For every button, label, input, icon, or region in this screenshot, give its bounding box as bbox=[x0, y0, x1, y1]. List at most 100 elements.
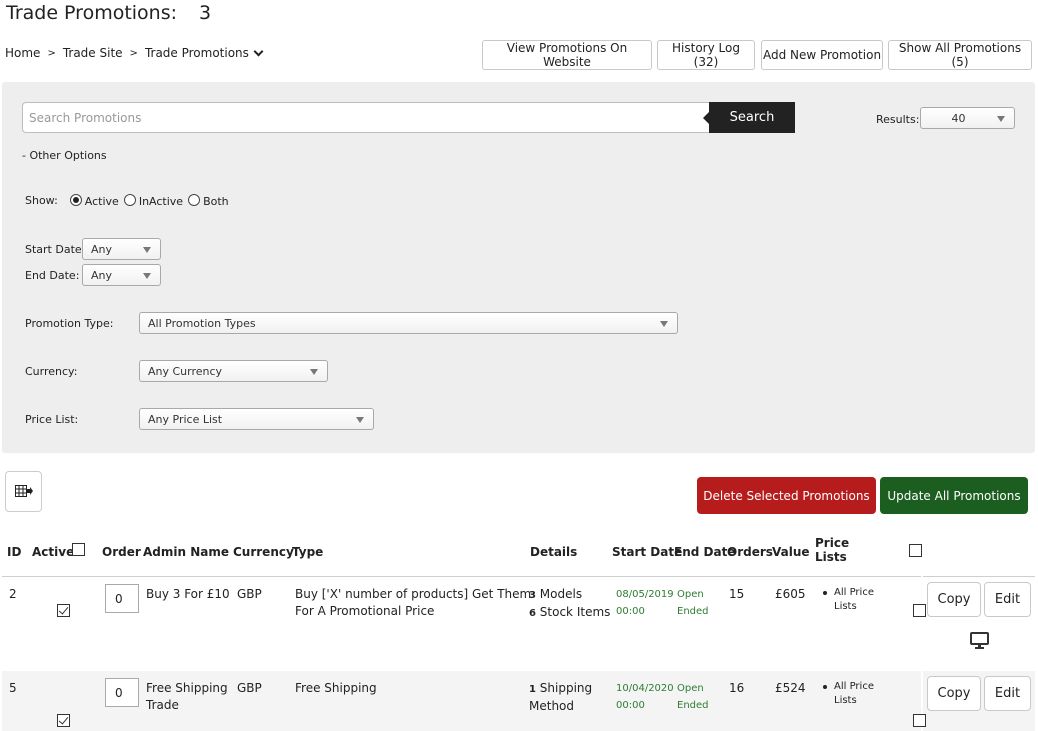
row-end-date: Open Ended bbox=[677, 680, 709, 714]
results-label: Results: bbox=[876, 113, 920, 126]
start-date-select[interactable]: Any bbox=[82, 238, 161, 260]
copy-button[interactable]: Copy bbox=[927, 582, 981, 617]
export-table-button[interactable] bbox=[5, 471, 42, 512]
radio-icon[interactable] bbox=[188, 194, 201, 206]
show-inactive-label: InActive bbox=[138, 195, 184, 208]
show-all-promotions-button[interactable]: Show All Promotions (5) bbox=[888, 40, 1032, 70]
breadcrumb-home[interactable]: Home bbox=[5, 46, 40, 60]
price-lists-header-line2: Lists bbox=[815, 550, 847, 564]
copy-button[interactable]: Copy bbox=[927, 676, 981, 711]
show-label: Show: bbox=[25, 193, 58, 207]
show-both-label: Both bbox=[203, 195, 229, 208]
column-header-orders: Orders bbox=[727, 545, 773, 559]
search-button[interactable]: Search bbox=[703, 102, 795, 133]
row-start-date: 10/04/2020 00:00 bbox=[616, 680, 674, 714]
row-select-checkbox[interactable] bbox=[912, 714, 926, 727]
view-promotions-on-website-button[interactable]: View Promotions On Website bbox=[482, 40, 652, 70]
select-all-rows-checkbox[interactable] bbox=[908, 544, 922, 557]
details-count: 1 bbox=[529, 684, 536, 695]
delete-selected-promotions-button[interactable]: Delete Selected Promotions bbox=[697, 477, 876, 514]
row-active-checkbox[interactable] bbox=[57, 604, 70, 617]
dropdown-arrow-icon bbox=[660, 321, 668, 327]
admin-name-line1: Free Shipping bbox=[146, 681, 228, 695]
price-list-value: Any Price List bbox=[148, 412, 223, 426]
row-details: 3 Models 6 Stock Items bbox=[529, 586, 610, 622]
edit-button[interactable]: Edit bbox=[984, 676, 1031, 711]
price-list-select[interactable]: Any Price List bbox=[139, 408, 374, 430]
breadcrumb-trade-promotions[interactable]: Trade Promotions bbox=[145, 46, 249, 60]
promotion-count: 3 bbox=[199, 2, 212, 24]
row-value: £605 bbox=[775, 587, 806, 601]
results-per-page-select[interactable]: 40 bbox=[920, 107, 1015, 129]
row-type-line2: For A Promotional Price bbox=[295, 604, 435, 618]
row-order-input[interactable] bbox=[105, 584, 139, 613]
column-header-value: Value bbox=[772, 545, 810, 559]
page-title: Trade Promotions: 3 bbox=[6, 2, 211, 24]
row-currency: GBP bbox=[237, 587, 262, 601]
show-inactive-radio[interactable]: InActive bbox=[123, 192, 184, 208]
row-admin-name: Free Shipping Trade bbox=[146, 680, 228, 714]
edit-button[interactable]: Edit bbox=[984, 582, 1031, 617]
price-list-label: Price List: bbox=[25, 413, 79, 426]
promotion-type-select[interactable]: All Promotion Types bbox=[139, 312, 678, 334]
end-date-label: End Date: bbox=[25, 269, 80, 282]
start-date-value: Any bbox=[91, 242, 113, 256]
column-header-start-date: Start Date bbox=[612, 545, 683, 559]
details-count: 3 bbox=[529, 590, 536, 601]
column-header-order: Order bbox=[102, 545, 141, 559]
column-header-details: Details bbox=[530, 545, 578, 559]
details-text: Method bbox=[529, 699, 575, 713]
row-orders: 16 bbox=[729, 681, 745, 695]
row-order-input[interactable] bbox=[105, 678, 139, 707]
currency-select[interactable]: Any Currency bbox=[139, 360, 328, 382]
column-header-admin-name: Admin Name bbox=[143, 545, 229, 559]
chevron-down-icon[interactable] bbox=[253, 46, 264, 56]
update-all-promotions-button[interactable]: Update All Promotions bbox=[880, 477, 1028, 514]
dropdown-arrow-icon bbox=[997, 116, 1005, 122]
row-type-line1: Buy ['X' number of products] Get Them bbox=[295, 587, 532, 601]
page-title-text: Trade Promotions: bbox=[6, 2, 178, 24]
start-time-value: 00:00 bbox=[616, 606, 645, 617]
show-active-radio[interactable]: Active bbox=[69, 192, 119, 208]
price-list-line1: All Price bbox=[834, 681, 874, 692]
column-header-price-lists: Price Lists bbox=[815, 536, 849, 564]
price-list-line2: Lists bbox=[834, 695, 857, 706]
row-currency: GBP bbox=[237, 681, 262, 695]
header-divider bbox=[2, 576, 921, 577]
row-admin-name: Buy 3 For £10 bbox=[146, 587, 230, 601]
add-new-promotion-button[interactable]: Add New Promotion bbox=[761, 40, 883, 70]
row-orders: 15 bbox=[729, 587, 745, 601]
row-active-checkbox[interactable] bbox=[57, 714, 70, 727]
search-button-label: Search bbox=[729, 110, 775, 125]
end-date-line1: Open bbox=[677, 683, 704, 694]
price-list-line1: All Price bbox=[834, 587, 874, 598]
end-date-line2: Ended bbox=[677, 606, 709, 617]
bullet-icon bbox=[823, 591, 827, 595]
row-details: 1 Shipping Method bbox=[529, 680, 592, 715]
price-lists-header-line1: Price bbox=[815, 536, 850, 550]
end-date-select[interactable]: Any bbox=[82, 264, 161, 286]
row-select-checkbox[interactable] bbox=[912, 604, 926, 617]
details-text: Models bbox=[539, 587, 583, 601]
start-time-value: 00:00 bbox=[616, 700, 645, 711]
column-header-active: Active bbox=[32, 545, 75, 559]
history-log-button[interactable]: History Log (32) bbox=[657, 40, 755, 70]
row-start-date: 08/05/2019 00:00 bbox=[616, 586, 674, 620]
start-date-label: Start Date: bbox=[25, 243, 86, 256]
row-id: 5 bbox=[9, 681, 17, 695]
other-options-toggle[interactable]: - Other Options bbox=[22, 149, 107, 162]
details-text: Stock Items bbox=[539, 605, 611, 619]
select-all-active-checkbox[interactable] bbox=[72, 543, 85, 556]
dropdown-arrow-icon bbox=[356, 417, 364, 423]
breadcrumb-separator: > bbox=[129, 47, 138, 59]
radio-selected-icon[interactable] bbox=[69, 194, 82, 206]
show-both-radio[interactable]: Both bbox=[188, 192, 229, 208]
radio-icon[interactable] bbox=[123, 194, 136, 206]
breadcrumb-trade-site[interactable]: Trade Site bbox=[63, 46, 123, 60]
search-input[interactable] bbox=[22, 102, 712, 133]
currency-value: Any Currency bbox=[148, 364, 223, 378]
row-value: £524 bbox=[775, 681, 806, 695]
monitor-icon[interactable] bbox=[970, 632, 989, 650]
start-date-value: 10/04/2020 bbox=[616, 683, 674, 694]
search-notch-icon bbox=[703, 112, 709, 124]
